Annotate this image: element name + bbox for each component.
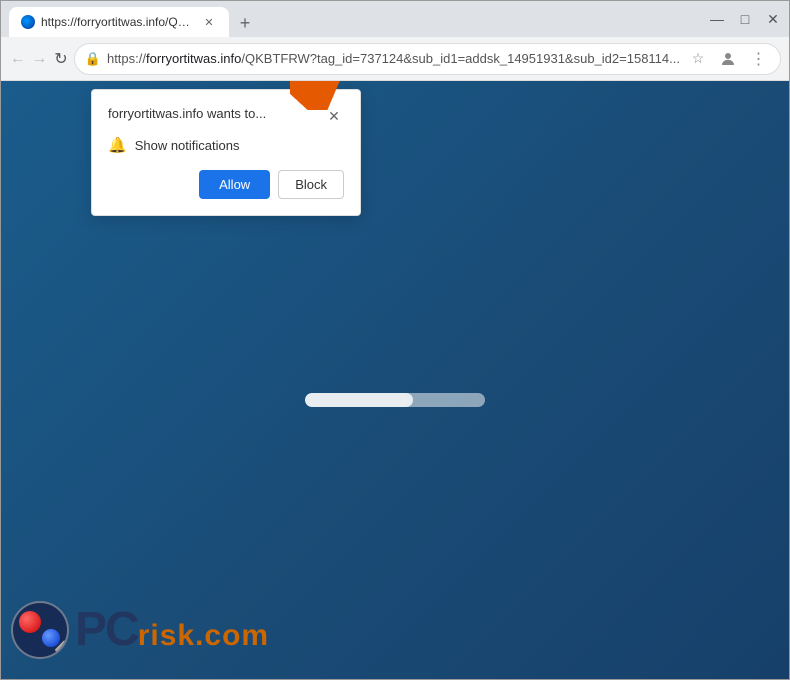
popup-buttons: Allow Block (108, 170, 344, 199)
progress-bar-container (305, 393, 485, 407)
reload-button[interactable]: ↻ (52, 43, 70, 75)
url-path: /QKBTFRW?tag_id=737124&sub_id1=addsk_149… (241, 51, 680, 66)
lock-icon: 🔒 (85, 51, 101, 67)
pc-logo-text: PC (75, 606, 138, 654)
browser-window: https://forryortitwas.info/QKBTF... ✕ + … (0, 0, 790, 680)
close-button[interactable]: ✕ (765, 11, 781, 27)
tab-title: https://forryortitwas.info/QKBTF... (41, 15, 195, 29)
popup-header: forryortitwas.info wants to... ✕ (108, 106, 344, 126)
bell-icon: 🔔 (108, 136, 127, 154)
popup-title: forryortitwas.info wants to... (108, 106, 324, 121)
forward-button[interactable]: → (31, 43, 49, 75)
popup-close-button[interactable]: ✕ (324, 106, 344, 126)
progress-bar (305, 393, 485, 407)
url-site: forryortitwas.info (146, 51, 241, 66)
watermark: PC risk.com (11, 601, 269, 659)
tab-close-button[interactable]: ✕ (201, 14, 217, 30)
window-controls: — □ ✕ (709, 1, 781, 37)
block-button[interactable]: Block (278, 170, 344, 199)
address-bar[interactable]: 🔒 https://forryortitwas.info/QKBTFRW?tag… (74, 43, 781, 75)
notification-label: Show notifications (135, 138, 240, 153)
allow-button[interactable]: Allow (199, 170, 270, 199)
back-button[interactable]: ← (9, 43, 27, 75)
new-tab-button[interactable]: + (231, 9, 259, 37)
page-content: forryortitwas.info wants to... ✕ 🔔 Show … (1, 81, 789, 679)
pc-logo-circle (11, 601, 69, 659)
page-background: forryortitwas.info wants to... ✕ 🔔 Show … (1, 81, 789, 679)
active-tab[interactable]: https://forryortitwas.info/QKBTF... ✕ (9, 7, 229, 37)
navigation-bar: ← → ↻ 🔒 https://forryortitwas.info/QKBTF… (1, 37, 789, 81)
tab-bar: https://forryortitwas.info/QKBTF... ✕ + (9, 1, 259, 37)
url-protocol: https:// (107, 51, 146, 66)
maximize-button[interactable]: □ (737, 11, 753, 27)
notification-row: 🔔 Show notifications (108, 136, 344, 154)
bookmark-button[interactable]: ☆ (686, 47, 710, 71)
minimize-button[interactable]: — (709, 11, 725, 27)
notification-popup: forryortitwas.info wants to... ✕ 🔔 Show … (91, 89, 361, 216)
brand-text: PC risk.com (75, 606, 269, 654)
profile-button[interactable] (716, 47, 740, 71)
title-bar: https://forryortitwas.info/QKBTF... ✕ + … (1, 1, 789, 37)
tab-favicon (21, 15, 35, 29)
menu-button[interactable]: ⋮ (746, 47, 770, 71)
risk-logo-text: risk.com (138, 619, 269, 653)
url-text: https://forryortitwas.info/QKBTFRW?tag_i… (107, 51, 680, 66)
